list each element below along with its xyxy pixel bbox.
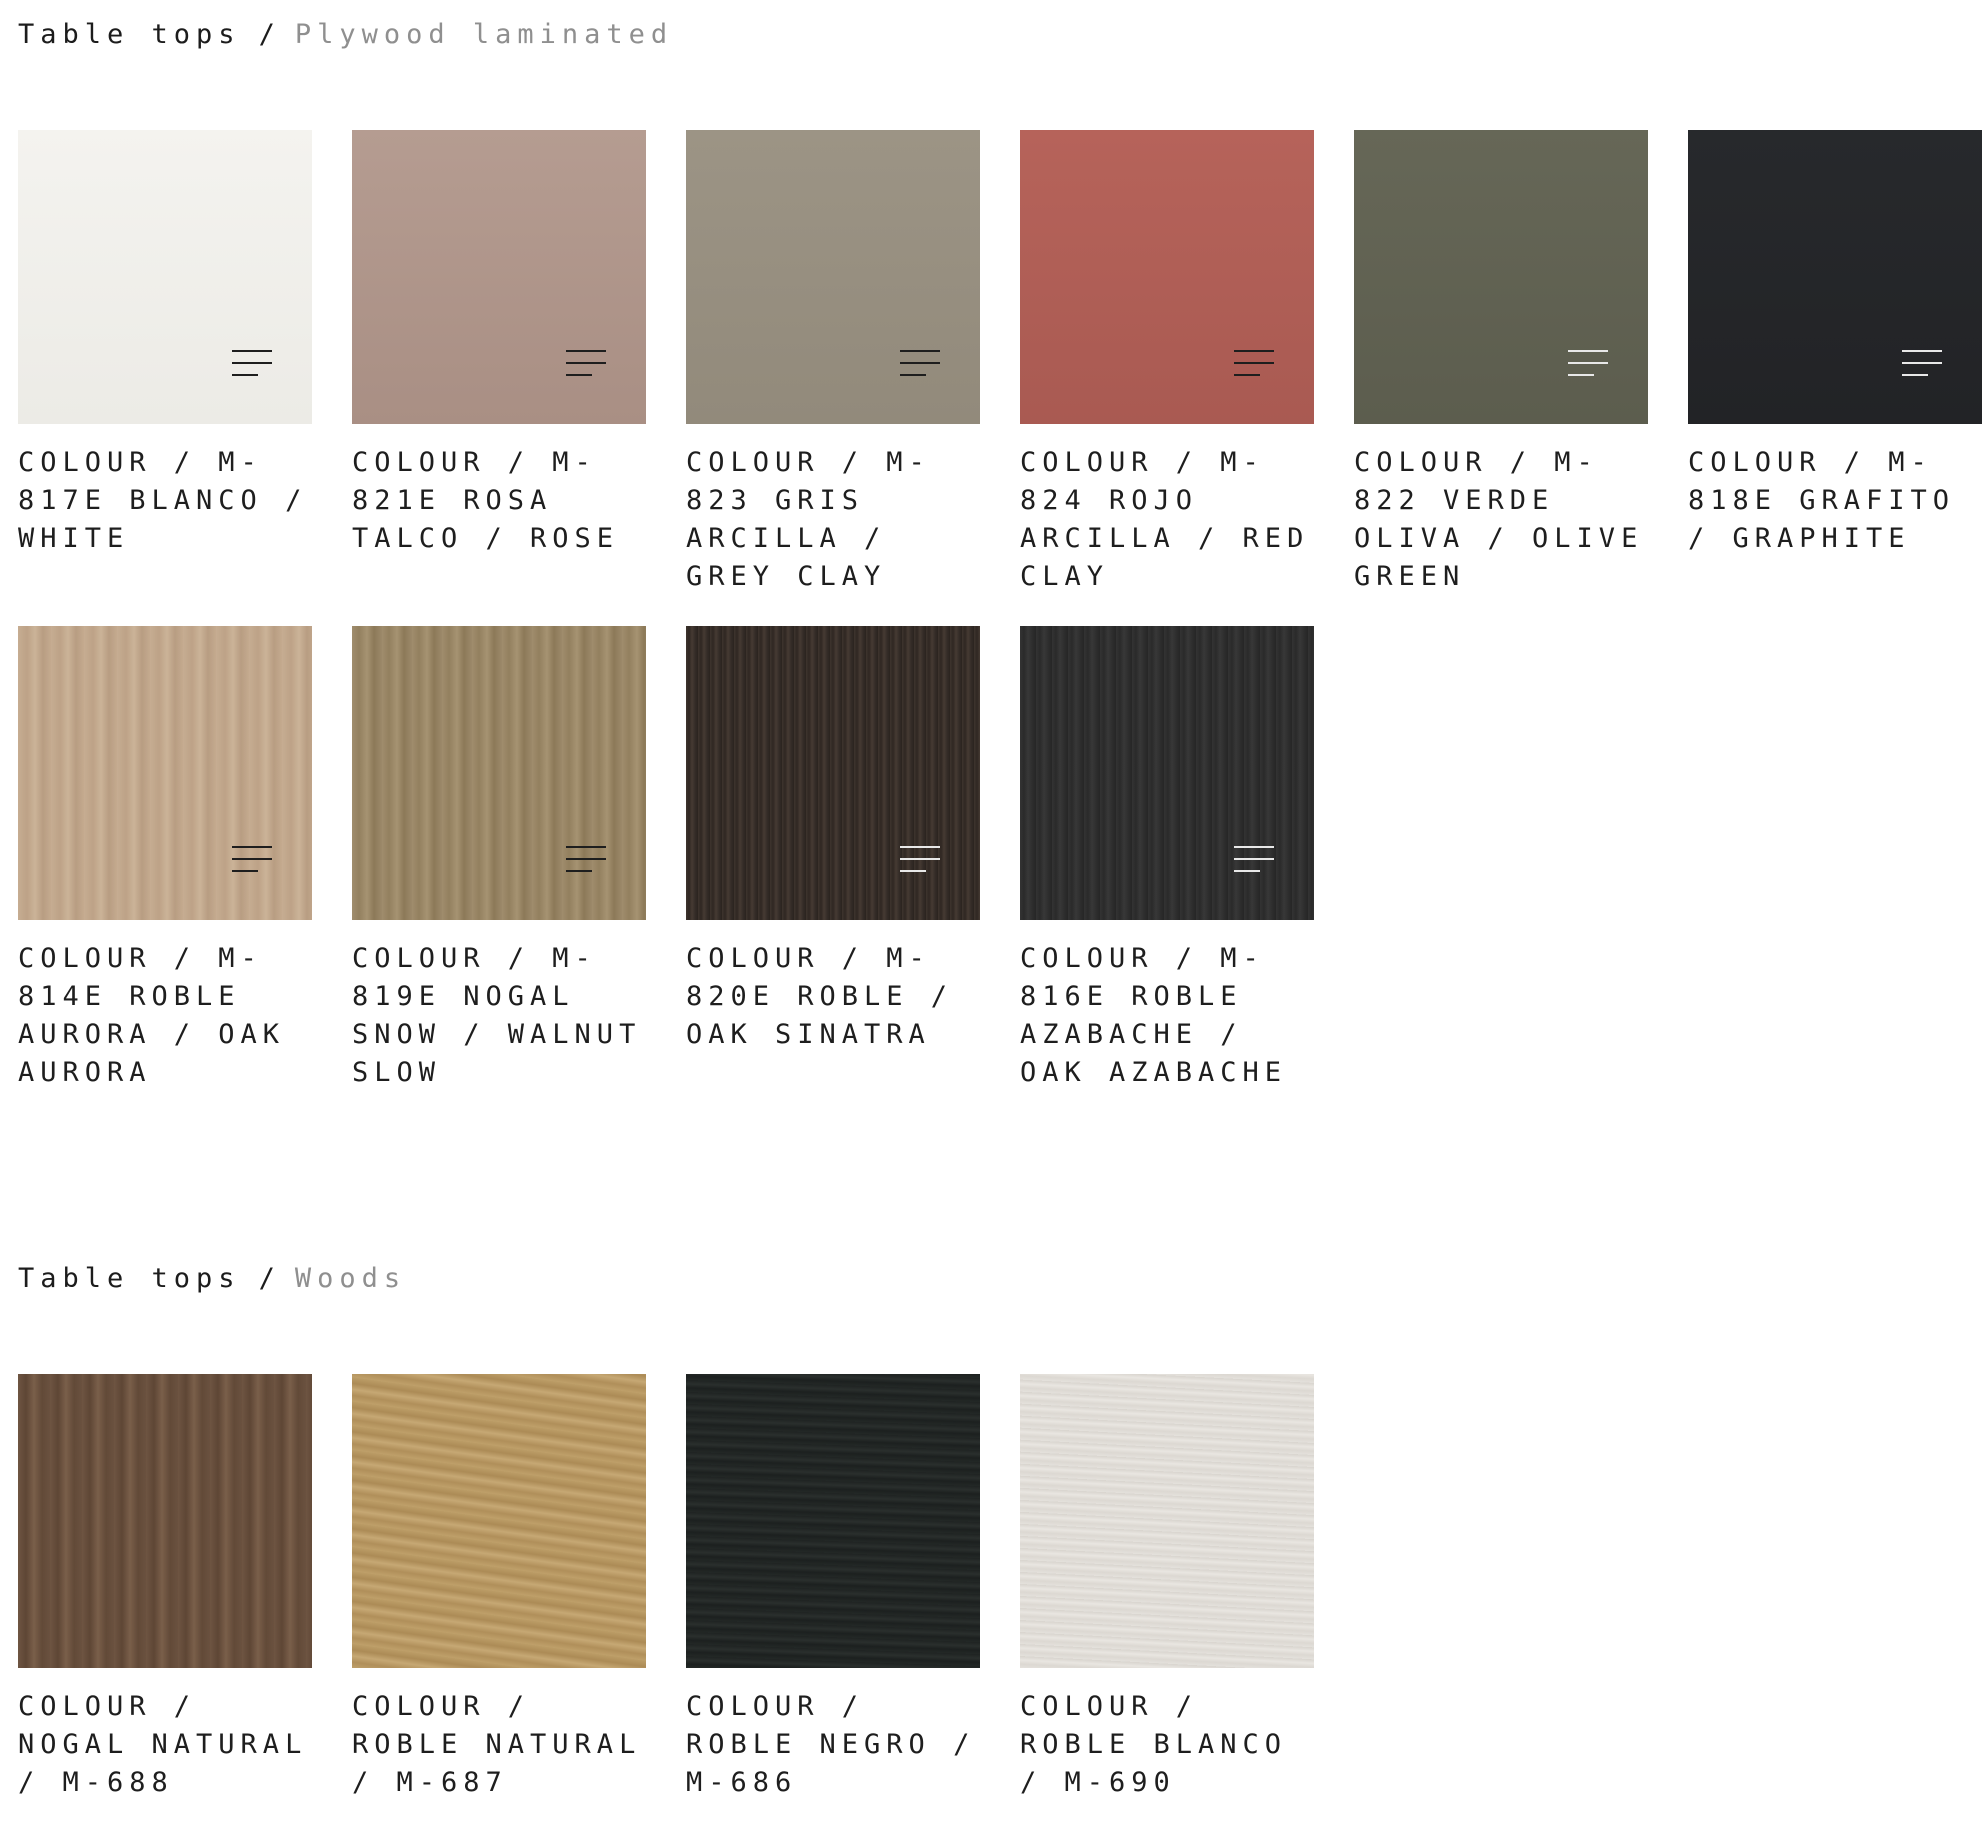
menu-lines-icon[interactable] xyxy=(900,846,940,874)
swatch-card[interactable]: COLOUR / M-814E ROBLE AURORA / OAK AUROR… xyxy=(18,626,312,1092)
colour-swatch[interactable] xyxy=(352,1374,646,1668)
breadcrumb: Table tops / Plywood laminated xyxy=(18,0,1978,68)
breadcrumb-current: Plywood laminated xyxy=(294,18,674,50)
breadcrumb: Table tops / Woods xyxy=(18,1244,1978,1312)
colour-swatch[interactable] xyxy=(18,130,312,424)
swatch-label: COLOUR / M-821E ROSA TALCO / ROSE xyxy=(352,447,620,554)
menu-lines-icon[interactable] xyxy=(566,846,606,874)
swatch-card[interactable]: COLOUR / ROBLE NATURAL / M-687 xyxy=(352,1374,646,1802)
colour-swatch[interactable] xyxy=(1688,130,1982,424)
menu-lines-icon[interactable] xyxy=(566,350,606,378)
menu-lines-icon[interactable] xyxy=(1234,846,1274,874)
swatch-label: COLOUR / M-820E ROBLE / OAK SINATRA xyxy=(686,943,954,1050)
colour-swatch[interactable] xyxy=(352,130,646,424)
colour-swatch[interactable] xyxy=(686,1374,980,1668)
swatch-label: COLOUR / M-818E GRAFITO / GRAPHITE xyxy=(1688,447,1956,554)
swatch-label: COLOUR / M-823 GRIS ARCILLA / GREY CLAY xyxy=(686,447,931,592)
menu-lines-icon[interactable] xyxy=(1234,350,1274,378)
swatch-card[interactable]: COLOUR / M-818E GRAFITO / GRAPHITE xyxy=(1688,130,1982,596)
swatch-card[interactable]: COLOUR / ROBLE NEGRO / M-686 xyxy=(686,1374,980,1802)
colour-swatch[interactable] xyxy=(352,626,646,920)
swatch-label: COLOUR / M-817E BLANCO / WHITE xyxy=(18,447,308,554)
swatch-card[interactable]: COLOUR / M-819E NOGAL SNOW / WALNUT SLOW xyxy=(352,626,646,1092)
menu-lines-icon[interactable] xyxy=(232,846,272,874)
colour-swatch[interactable] xyxy=(1020,1374,1314,1668)
swatch-card[interactable]: COLOUR / M-823 GRIS ARCILLA / GREY CLAY xyxy=(686,130,980,596)
colour-swatch[interactable] xyxy=(18,1374,312,1668)
swatch-card[interactable]: COLOUR / ROBLE BLANCO / M-690 xyxy=(1020,1374,1314,1802)
colour-swatch[interactable] xyxy=(18,626,312,920)
colour-swatch[interactable] xyxy=(1354,130,1648,424)
breadcrumb-category[interactable]: Table tops xyxy=(18,19,241,50)
swatch-card[interactable]: COLOUR / M-817E BLANCO / WHITE xyxy=(18,130,312,596)
swatch-label: COLOUR / ROBLE NEGRO / M-686 xyxy=(686,1691,976,1798)
menu-lines-icon[interactable] xyxy=(900,350,940,378)
breadcrumb-category[interactable]: Table tops xyxy=(18,1263,241,1294)
menu-lines-icon[interactable] xyxy=(1902,350,1942,378)
breadcrumb-separator: / xyxy=(258,18,281,50)
swatch-card[interactable]: COLOUR / M-821E ROSA TALCO / ROSE xyxy=(352,130,646,596)
swatch-label: COLOUR / NOGAL NATURAL / M-688 xyxy=(18,1691,308,1798)
swatch-card[interactable]: COLOUR / M-820E ROBLE / OAK SINATRA xyxy=(686,626,980,1092)
breadcrumb-separator: / xyxy=(258,1262,281,1294)
swatch-label: COLOUR / M-824 ROJO ARCILLA / RED CLAY xyxy=(1020,447,1310,592)
colour-swatch[interactable] xyxy=(1020,130,1314,424)
swatch-label: COLOUR / M-816E ROBLE AZABACHE / OAK AZA… xyxy=(1020,943,1288,1088)
swatch-label: COLOUR / M-814E ROBLE AURORA / OAK AUROR… xyxy=(18,943,286,1088)
swatch-label: COLOUR / M-822 VERDE OLIVA / OLIVE GREEN xyxy=(1354,447,1644,592)
swatch-grid: COLOUR / M-817E BLANCO / WHITE COLOUR / M… xyxy=(18,130,1982,1092)
swatch-label: COLOUR / M-819E NOGAL SNOW / WALNUT SLOW xyxy=(352,943,642,1088)
colour-swatch[interactable] xyxy=(686,626,980,920)
section-woods: Table tops / Woods COLOUR / NOGAL NATURA… xyxy=(18,1244,1978,1802)
swatch-grid: COLOUR / NOGAL NATURAL / M-688 COLOUR / R… xyxy=(18,1374,1978,1802)
swatch-label: COLOUR / ROBLE NATURAL / M-687 xyxy=(352,1691,642,1798)
section-plywood-laminated: Table tops / Plywood laminated COLOUR / … xyxy=(18,0,1982,1092)
menu-lines-icon[interactable] xyxy=(1568,350,1608,378)
swatch-card[interactable]: COLOUR / M-816E ROBLE AZABACHE / OAK AZA… xyxy=(1020,626,1314,1092)
swatch-card[interactable]: COLOUR / NOGAL NATURAL / M-688 xyxy=(18,1374,312,1802)
swatch-card[interactable]: COLOUR / M-824 ROJO ARCILLA / RED CLAY xyxy=(1020,130,1314,596)
menu-lines-icon[interactable] xyxy=(232,350,272,378)
colour-swatch[interactable] xyxy=(686,130,980,424)
colour-swatch[interactable] xyxy=(1020,626,1314,920)
swatch-label: COLOUR / ROBLE BLANCO / M-690 xyxy=(1020,1691,1288,1798)
swatch-card[interactable]: COLOUR / M-822 VERDE OLIVA / OLIVE GREEN xyxy=(1354,130,1648,596)
breadcrumb-current: Woods xyxy=(294,1262,407,1294)
